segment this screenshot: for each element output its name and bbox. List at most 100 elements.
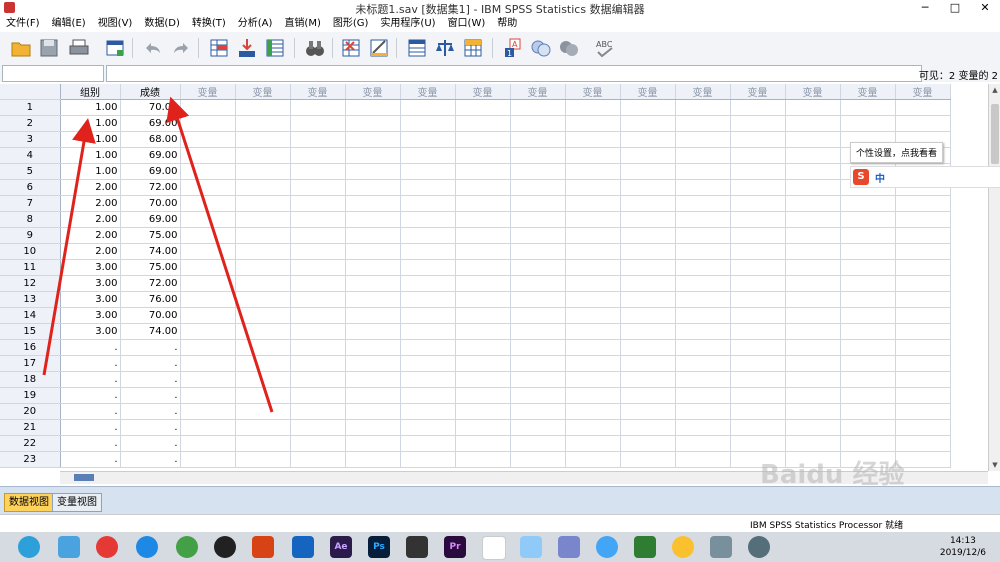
cell-empty[interactable] (840, 275, 896, 292)
cell-empty[interactable] (620, 291, 676, 308)
cell-empty[interactable] (565, 115, 621, 132)
cell-empty[interactable] (290, 419, 346, 436)
cell-empty[interactable] (730, 323, 786, 340)
cell-empty[interactable] (400, 147, 456, 164)
cloud-app-icon[interactable] (596, 536, 618, 558)
cell-empty[interactable] (235, 403, 291, 420)
cell-empty[interactable] (235, 195, 291, 212)
cell-empty[interactable] (345, 387, 401, 404)
table-row[interactable]: 14 3.00 70.00 (0, 307, 951, 324)
row-number[interactable]: 12 (0, 275, 61, 292)
cell-empty[interactable] (730, 99, 786, 116)
cell-empty[interactable] (675, 211, 731, 228)
spss-taskbar-icon[interactable] (482, 536, 506, 560)
print-icon[interactable] (68, 37, 90, 59)
variables-icon[interactable] (264, 37, 286, 59)
cell-empty[interactable] (455, 371, 511, 388)
cell-empty[interactable] (510, 307, 566, 324)
cell-empty[interactable] (620, 355, 676, 372)
cell-empty[interactable] (180, 371, 236, 388)
feishu-icon[interactable] (558, 536, 580, 558)
cell-empty[interactable] (565, 259, 621, 276)
cell-empty[interactable] (785, 179, 841, 196)
cell-empty[interactable] (400, 291, 456, 308)
table-row[interactable]: 5 1.00 69.00 (0, 163, 951, 180)
cell-empty[interactable] (345, 131, 401, 148)
cell-empty[interactable] (510, 419, 566, 436)
cell-empty[interactable] (675, 403, 731, 420)
cell-empty[interactable] (510, 131, 566, 148)
cell-empty[interactable] (345, 355, 401, 372)
cell-empty[interactable] (455, 435, 511, 452)
cell-empty[interactable] (895, 99, 951, 116)
cell-empty[interactable] (455, 131, 511, 148)
cell-empty[interactable] (620, 179, 676, 196)
cell-empty[interactable] (895, 211, 951, 228)
cell-empty[interactable] (400, 355, 456, 372)
cell-group[interactable]: . (60, 355, 121, 372)
cell-empty[interactable] (455, 163, 511, 180)
cell-empty[interactable] (785, 243, 841, 260)
cell-empty[interactable] (290, 99, 346, 116)
browser-icon[interactable] (18, 536, 40, 558)
column-header-group[interactable]: 组别 (60, 84, 121, 100)
cell-empty[interactable] (180, 291, 236, 308)
cell-empty[interactable] (235, 451, 291, 468)
row-number[interactable]: 7 (0, 195, 61, 212)
cell-empty[interactable] (345, 371, 401, 388)
cell-group[interactable]: . (60, 435, 121, 452)
cell-empty[interactable] (290, 355, 346, 372)
cell-empty[interactable] (400, 115, 456, 132)
cell-score[interactable]: 70.00 (120, 99, 181, 116)
cell-empty[interactable] (895, 243, 951, 260)
cell-empty[interactable] (675, 115, 731, 132)
cell-empty[interactable] (510, 451, 566, 468)
column-header-empty[interactable]: 变量 (400, 84, 456, 100)
column-header-empty[interactable]: 变量 (730, 84, 786, 100)
table-row[interactable]: 7 2.00 70.00 (0, 195, 951, 212)
cell-empty[interactable] (235, 131, 291, 148)
system-clock[interactable]: 14:13 2019/12/6 (940, 535, 986, 559)
cell-empty[interactable] (895, 435, 951, 452)
cell-score[interactable]: . (120, 339, 181, 356)
find-binoculars-icon[interactable] (304, 37, 326, 59)
cell-group[interactable]: 3.00 (60, 259, 121, 276)
table-row[interactable]: 16.. (0, 339, 951, 356)
cell-group[interactable]: . (60, 339, 121, 356)
cell-empty[interactable] (785, 307, 841, 324)
row-number[interactable]: 17 (0, 355, 61, 372)
cell-empty[interactable] (730, 147, 786, 164)
cell-empty[interactable] (510, 371, 566, 388)
cell-empty[interactable] (895, 227, 951, 244)
row-number[interactable]: 4 (0, 147, 61, 164)
cell-empty[interactable] (400, 307, 456, 324)
cell-empty[interactable] (235, 275, 291, 292)
k-app-icon[interactable] (136, 536, 158, 558)
cell-empty[interactable] (620, 307, 676, 324)
row-number[interactable]: 13 (0, 291, 61, 308)
cell-empty[interactable] (180, 403, 236, 420)
cell-empty[interactable] (895, 307, 951, 324)
netease-music-icon[interactable] (96, 536, 118, 558)
cell-empty[interactable] (290, 131, 346, 148)
cell-empty[interactable] (730, 195, 786, 212)
cell-empty[interactable] (455, 307, 511, 324)
cell-empty[interactable] (345, 291, 401, 308)
cell-empty[interactable] (785, 323, 841, 340)
cell-empty[interactable] (290, 451, 346, 468)
cell-empty[interactable] (290, 115, 346, 132)
cell-empty[interactable] (895, 291, 951, 308)
cell-empty[interactable] (620, 227, 676, 244)
save-icon[interactable] (38, 37, 60, 59)
menu-view[interactable]: 视图(V) (92, 16, 139, 32)
cell-empty[interactable] (785, 355, 841, 372)
open-folder-icon[interactable] (10, 37, 32, 59)
row-number[interactable]: 16 (0, 339, 61, 356)
cell-empty[interactable] (785, 163, 841, 180)
cell-empty[interactable] (730, 179, 786, 196)
ime-toolbar[interactable]: S 中 (850, 166, 1000, 188)
premiere-icon[interactable]: Pr (444, 536, 466, 558)
table-row[interactable]: 17.. (0, 355, 951, 372)
select-cases-icon[interactable] (462, 37, 484, 59)
cell-empty[interactable] (235, 419, 291, 436)
